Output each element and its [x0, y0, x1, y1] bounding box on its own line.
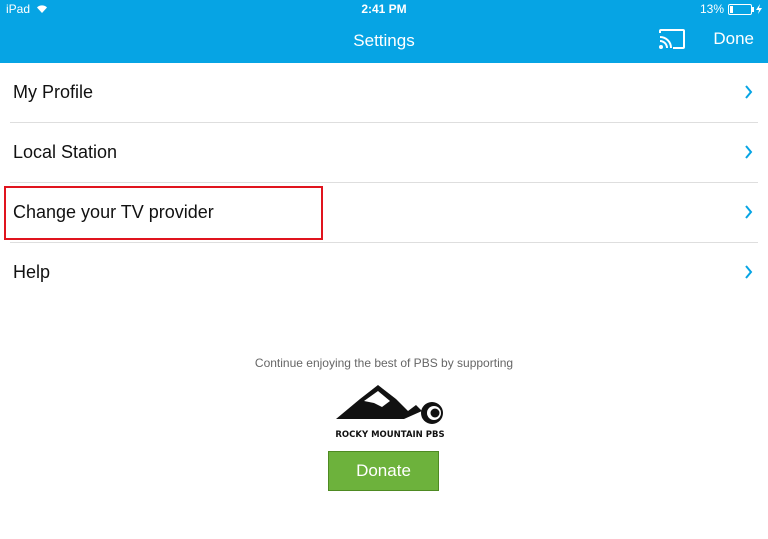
- settings-item-label: Local Station: [13, 142, 118, 162]
- settings-item-change-tv-provider[interactable]: Change your TV provider: [10, 183, 758, 243]
- settings-item-help[interactable]: Help: [10, 243, 758, 302]
- charging-bolt-icon: [756, 4, 762, 14]
- status-right: 13%: [700, 2, 762, 16]
- station-name: ROCKY MOUNTAIN PBS: [335, 430, 444, 440]
- page-title: Settings: [353, 31, 415, 50]
- chevron-right-icon: [745, 265, 753, 279]
- status-bar: iPad 2:41 PM 13%: [0, 0, 768, 18]
- battery-icon: [728, 3, 754, 15]
- support-message: Continue enjoying the best of PBS by sup…: [254, 356, 514, 370]
- done-button[interactable]: Done: [713, 29, 754, 49]
- settings-item-label: Help: [13, 262, 51, 282]
- navigation-bar: iPad 2:41 PM 13% Settings Done: [0, 0, 768, 63]
- settings-item-label: My Profile: [13, 82, 94, 102]
- settings-list: My Profile Local Station Change your TV …: [0, 63, 768, 302]
- chevron-right-icon: [745, 145, 753, 159]
- settings-item-label: Change your TV provider: [13, 202, 214, 222]
- chevron-right-icon: [745, 85, 753, 99]
- rocky-mountain-pbs-logo: ROCKY MOUNTAIN PBS: [335, 385, 445, 440]
- settings-item-my-profile[interactable]: My Profile: [10, 63, 758, 123]
- settings-item-local-station[interactable]: Local Station: [10, 123, 758, 183]
- chevron-right-icon: [745, 205, 753, 219]
- cast-icon[interactable]: [658, 28, 686, 50]
- status-time: 2:41 PM: [361, 2, 407, 16]
- donate-button[interactable]: Donate: [328, 451, 439, 491]
- battery-percent: 13%: [699, 2, 724, 16]
